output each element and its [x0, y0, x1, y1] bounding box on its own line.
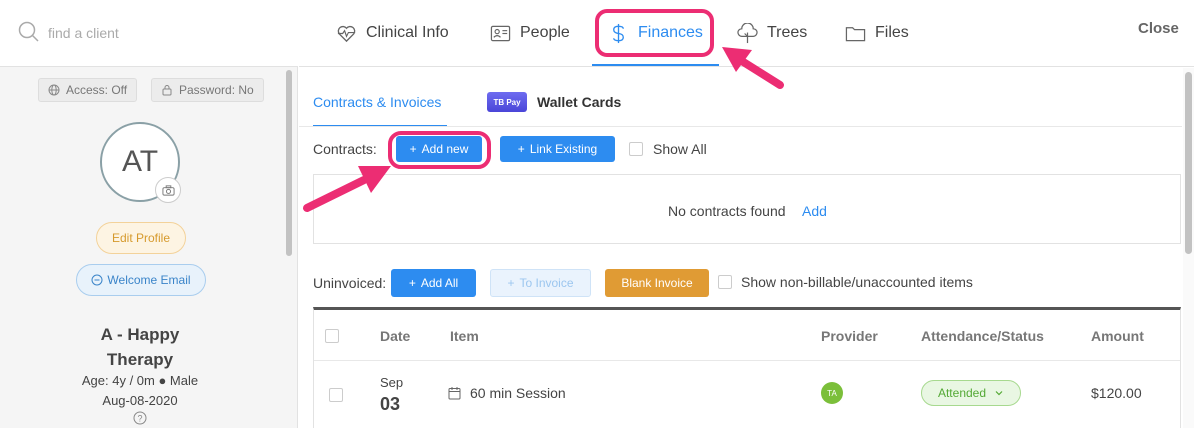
tab-label: People	[520, 24, 570, 41]
uninvoiced-table: Date Item Provider Attendance/Status Amo…	[313, 307, 1181, 428]
password-badge[interactable]: Password: No	[151, 78, 264, 102]
plus-icon: +	[507, 276, 515, 290]
client-sidebar: Access: Off Password: No AT Edit Profile	[0, 0, 298, 428]
tab-trees[interactable]: Trees	[737, 18, 807, 48]
tree-icon	[737, 22, 758, 43]
blank-invoice-label: Blank Invoice	[621, 276, 693, 290]
minus-circle-icon	[91, 274, 103, 286]
column-header-amount[interactable]: Amount	[1091, 328, 1144, 344]
row-amount: $120.00	[1091, 385, 1142, 401]
link-existing-label: Link Existing	[529, 142, 598, 156]
column-header-item[interactable]: Item	[450, 328, 479, 344]
status-label: Attended	[937, 386, 987, 400]
show-all-label: Show All	[653, 141, 707, 157]
add-all-label: Add All	[420, 276, 459, 290]
subtab-divider	[299, 126, 1182, 127]
add-new-highlight	[388, 131, 491, 169]
active-tab-indicator	[592, 64, 719, 66]
tab-label: Clinical Info	[366, 24, 449, 41]
to-invoice-label: To Invoice	[519, 276, 574, 290]
show-all-checkbox[interactable]	[629, 142, 643, 156]
client-tabs: Clinical Info People Finances Trees File…	[299, 0, 1194, 67]
search-icon	[18, 21, 39, 42]
tab-people[interactable]: People	[490, 18, 570, 48]
heartbeat-icon	[337, 25, 356, 42]
globe-icon	[48, 84, 60, 96]
select-all-checkbox[interactable]	[325, 329, 339, 343]
app-root: Access: Off Password: No AT Edit Profile	[0, 0, 1194, 428]
change-photo-button[interactable]	[155, 177, 181, 203]
to-invoice-button[interactable]: + To Invoice	[490, 269, 591, 297]
no-contracts-message: No contracts found	[668, 203, 786, 219]
avatar-initials: AT	[121, 145, 159, 178]
link-existing-button[interactable]: + Link Existing	[500, 136, 615, 162]
password-label: Password: No	[179, 83, 254, 97]
show-nonbillable-checkbox[interactable]	[718, 275, 732, 289]
client-name-line2: Therapy	[106, 350, 174, 369]
camera-icon	[161, 184, 175, 196]
finances-highlight	[595, 9, 714, 57]
plus-icon: +	[517, 142, 525, 156]
access-label: Access: Off	[66, 83, 128, 97]
contact-card-icon	[490, 25, 511, 41]
folder-icon	[845, 26, 866, 41]
tab-files[interactable]: Files	[845, 18, 909, 48]
column-header-date[interactable]: Date	[380, 328, 410, 344]
chevron-down-icon	[995, 391, 1003, 396]
client-search	[0, 0, 298, 67]
uninvoiced-label: Uninvoiced:	[313, 275, 387, 291]
row-item[interactable]: 60 min Session	[470, 385, 566, 401]
contracts-list: No contracts found Add	[313, 174, 1181, 244]
provider-avatar: TA	[821, 382, 843, 404]
column-header-status[interactable]: Attendance/Status	[921, 328, 1044, 344]
edit-profile-label: Edit Profile	[111, 231, 171, 245]
calendar-icon	[448, 387, 461, 400]
contracts-label: Contracts:	[313, 141, 377, 157]
welcome-email-label: Welcome Email	[107, 273, 191, 287]
table-header-divider	[314, 360, 1180, 361]
tb-pay-badge: TB Pay	[487, 92, 527, 112]
client-name: A - Happy Therapy	[40, 322, 240, 372]
row-date-month: Sep	[380, 375, 404, 390]
add-all-button[interactable]: + Add All	[391, 269, 476, 297]
subtab-contracts-invoices[interactable]: Contracts & Invoices	[313, 94, 441, 110]
sidebar-scrollbar[interactable]	[285, 68, 293, 428]
client-dob: Aug-08-2020	[102, 393, 178, 408]
tab-label: Files	[875, 24, 909, 41]
plus-icon: +	[408, 276, 416, 290]
access-badge[interactable]: Access: Off	[38, 78, 138, 102]
client-name-line1: A - Happy	[100, 325, 180, 344]
column-header-provider[interactable]: Provider	[821, 328, 878, 344]
client-age: Age: 4y / 0m ● Male	[81, 373, 199, 388]
svg-text:?: ?	[137, 414, 142, 424]
welcome-email-button[interactable]: Welcome Email	[76, 264, 206, 296]
show-nonbillable-label: Show non-billable/unaccounted items	[741, 274, 973, 290]
blank-invoice-button[interactable]: Blank Invoice	[605, 269, 709, 297]
tab-label: Trees	[767, 24, 808, 41]
edit-profile-button[interactable]: Edit Profile	[96, 222, 186, 254]
attendance-status-dropdown[interactable]: Attended	[921, 380, 1021, 406]
subtab-wallet-cards[interactable]: Wallet Cards	[537, 94, 621, 110]
close-button[interactable]: Close	[1138, 20, 1179, 37]
finances-panel: Contracts & Invoices TB Pay Wallet Cards…	[299, 68, 1182, 428]
row-checkbox[interactable]	[329, 388, 343, 402]
main-scrollbar-thumb[interactable]	[1185, 72, 1192, 254]
sidebar-scrollbar-thumb[interactable]	[286, 70, 292, 256]
client-search-input[interactable]	[48, 22, 268, 44]
tab-clinical-info[interactable]: Clinical Info	[336, 18, 449, 48]
lock-icon	[162, 85, 172, 96]
main-scrollbar[interactable]	[1183, 68, 1194, 428]
row-date-day: 03	[380, 394, 401, 414]
add-contract-link[interactable]: Add	[802, 203, 827, 219]
help-icon[interactable]: ?	[133, 411, 147, 425]
